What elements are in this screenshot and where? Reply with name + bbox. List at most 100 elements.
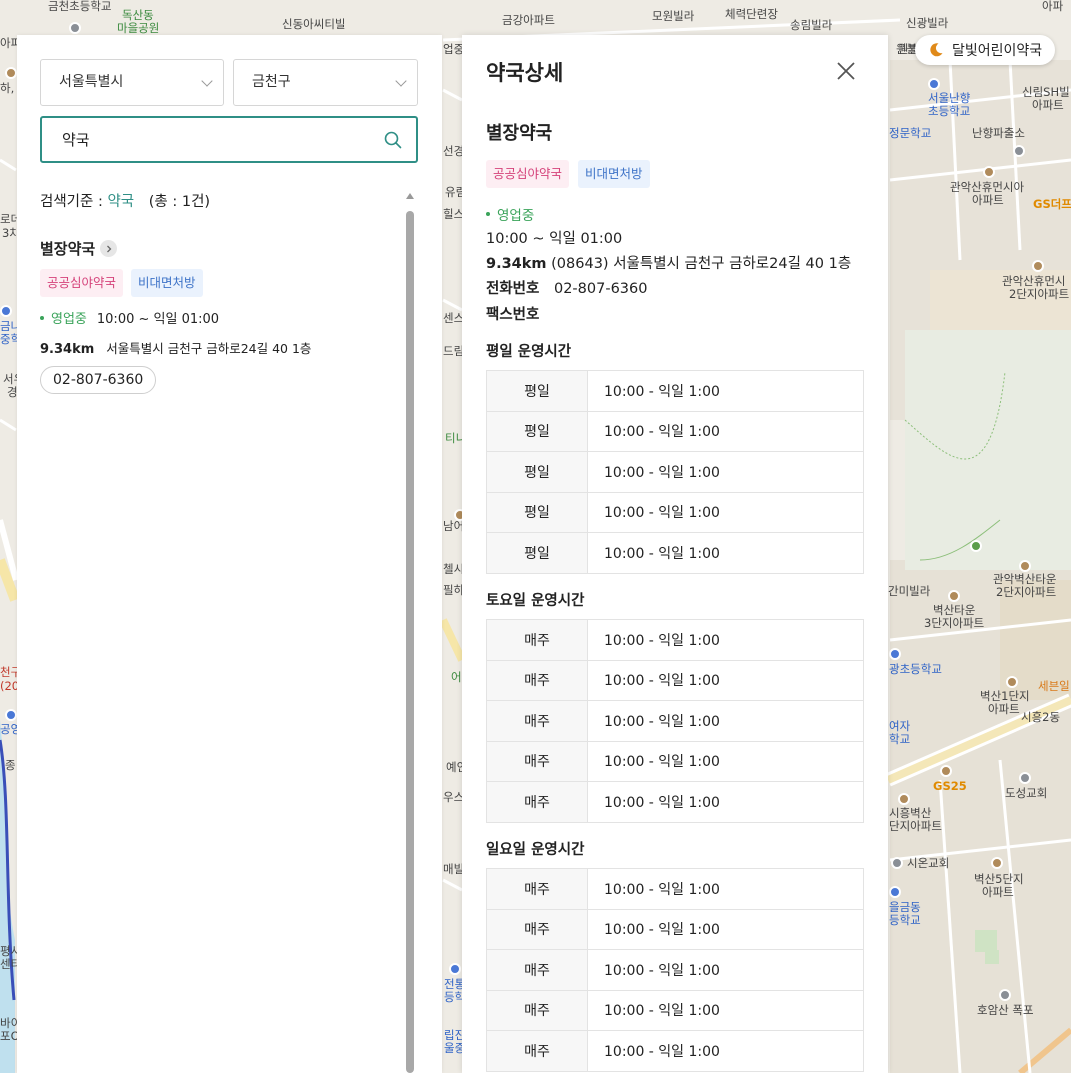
police-poi-icon[interactable] xyxy=(1013,145,1025,157)
church-poi-icon[interactable] xyxy=(1019,772,1031,784)
scroll-up-icon[interactable] xyxy=(406,193,414,199)
phone-line: 전화번호 02-807-6360 xyxy=(486,277,647,298)
day-cell: 매주 xyxy=(486,949,588,991)
map-label: 송림빌라 xyxy=(790,18,833,32)
map-label: GS더프 xyxy=(1033,197,1071,211)
phone-button[interactable]: 02-807-6360 xyxy=(40,366,157,394)
map-label: 학교 xyxy=(889,732,911,746)
pharmacy-name: 별장약국 xyxy=(40,240,96,258)
map-label: 종 xyxy=(5,758,16,772)
map-label: 아파트 xyxy=(988,702,1020,716)
apartment-poi-icon[interactable] xyxy=(1032,260,1044,272)
apartment-poi-icon[interactable] xyxy=(1006,676,1018,688)
map-label: 필하 xyxy=(443,583,465,597)
night-pharmacy-tag: 공공심야약국 xyxy=(486,160,570,188)
table-row: 평일 10:00 - 익일 1:00 xyxy=(486,410,864,452)
apartment-poi-icon[interactable] xyxy=(991,857,1003,869)
map-label: 마을공원 xyxy=(117,21,160,35)
search-icon[interactable] xyxy=(384,131,402,153)
apartment-poi-icon[interactable] xyxy=(1019,560,1031,572)
close-icon[interactable] xyxy=(834,59,858,83)
time-cell: 10:00 - 익일 1:00 xyxy=(587,659,864,701)
school-poi-icon[interactable] xyxy=(889,648,901,660)
time-cell: 10:00 - 익일 1:00 xyxy=(587,989,864,1031)
table-row: 매주 10:00 - 익일 1:00 xyxy=(486,868,864,910)
table-row: 평일 10:00 - 익일 1:00 xyxy=(486,370,864,412)
district-select[interactable]: 금천구 xyxy=(233,59,418,106)
time-cell: 10:00 - 익일 1:00 xyxy=(587,908,864,950)
scrollbar[interactable] xyxy=(405,193,415,1073)
school-poi-icon[interactable] xyxy=(889,886,901,898)
day-cell: 평일 xyxy=(486,410,588,452)
school-poi-icon[interactable] xyxy=(0,305,12,317)
phone-number[interactable]: 02-807-6360 xyxy=(554,281,648,297)
parking-poi-icon[interactable] xyxy=(5,709,17,721)
time-cell: 10:00 - 익일 1:00 xyxy=(587,700,864,742)
school-poi-icon[interactable] xyxy=(928,78,940,90)
map-label: 남어 xyxy=(443,519,465,533)
city-select[interactable]: 서울특별시 xyxy=(40,59,224,106)
map-label: 드림 xyxy=(443,344,465,358)
map-label: 아파트 xyxy=(1032,98,1064,112)
time-cell: 10:00 - 익일 1:00 xyxy=(587,491,864,533)
map-label: 시흥2동 xyxy=(1021,710,1061,724)
criteria-keyword: 약국 xyxy=(107,194,135,210)
night-pharmacy-tag: 공공심야약국 xyxy=(40,269,124,297)
scroll-thumb[interactable] xyxy=(406,211,414,1073)
map-label: 아파트 xyxy=(972,193,1004,207)
map-label: 광초등학교 xyxy=(889,662,942,676)
map-label: 3단지아파트 xyxy=(924,616,985,630)
city-select-value: 서울특별시 xyxy=(59,74,124,90)
phone-label: 전화번호 xyxy=(486,281,540,297)
saturday-hours-title: 토요일 운영시간 xyxy=(486,593,585,609)
day-cell: 매주 xyxy=(486,868,588,910)
day-cell: 평일 xyxy=(486,451,588,493)
sunday-hours-title: 일요일 운영시간 xyxy=(486,842,585,858)
day-cell: 매주 xyxy=(486,781,588,823)
map-label: 첼시 xyxy=(443,562,465,576)
apartment-poi-icon[interactable] xyxy=(983,166,995,178)
chevron-down-icon xyxy=(201,75,213,87)
apartment-poi-icon[interactable] xyxy=(948,590,960,602)
apartment-poi-icon[interactable] xyxy=(898,793,910,805)
map-label: 간미빌라 xyxy=(888,584,931,598)
pharmacy-name-link[interactable]: 별장약국 xyxy=(40,238,400,259)
day-cell: 매주 xyxy=(486,619,588,661)
list-item[interactable]: 별장약국 공공심야약국 비대면처방 영업중 10:00 ~ 익일 01:00 9… xyxy=(40,238,400,394)
day-cell: 평일 xyxy=(486,491,588,533)
table-row: 평일 10:00 - 익일 1:00 xyxy=(486,491,864,533)
chevron-down-icon xyxy=(395,75,407,87)
search-panel: 서울특별시 금천구 검색기준 : 약국 (총 : 1건) 별장약국 공공심야약국… xyxy=(17,35,442,1073)
day-cell: 매주 xyxy=(486,700,588,742)
children-night-pharmacy-button[interactable]: 달빛어린이약국 xyxy=(915,35,1055,65)
waterfall-poi-icon[interactable] xyxy=(999,989,1011,1001)
map-label: 경 xyxy=(7,385,18,399)
map-label: 금강아파트 xyxy=(502,13,555,27)
map-label: 도성교회 xyxy=(1005,786,1048,800)
map-label: 센스 xyxy=(443,311,465,325)
map-poi-icon[interactable] xyxy=(69,22,81,34)
map-label: 우스 xyxy=(443,790,465,804)
table-row: 매주 10:00 - 익일 1:00 xyxy=(486,700,864,742)
map-label: 힐스 xyxy=(443,207,465,221)
map-label: 2단지아파트 xyxy=(1009,287,1070,301)
school-poi-icon[interactable] xyxy=(449,963,461,975)
table-row: 매주 10:00 - 익일 1:00 xyxy=(486,908,864,950)
church-poi-icon[interactable] xyxy=(891,857,903,869)
convenience-store-poi-icon[interactable] xyxy=(940,765,952,777)
panel-title: 약국상세 xyxy=(486,61,564,85)
time-cell: 10:00 - 익일 1:00 xyxy=(587,370,864,412)
chevron-right-icon[interactable] xyxy=(100,240,118,257)
map-label: GS25 xyxy=(933,779,967,793)
park-poi-icon[interactable] xyxy=(970,540,982,552)
search-input[interactable] xyxy=(42,118,372,161)
weekday-hours-table: 평일 10:00 - 익일 1:00 평일 10:00 - 익일 1:00 평일 10… xyxy=(486,370,864,574)
search-criteria: 검색기준 : 약국 (총 : 1건) xyxy=(40,190,210,211)
table-row: 매주 10:00 - 익일 1:00 xyxy=(486,659,864,701)
time-cell: 10:00 - 익일 1:00 xyxy=(587,619,864,661)
opening-hours: 10:00 ~ 익일 01:00 xyxy=(486,231,623,247)
map-label: 초등학교 xyxy=(928,104,971,118)
address: 서울특별시 금천구 금하로24길 40 1층 xyxy=(106,341,312,356)
apartment-poi-icon[interactable] xyxy=(5,67,17,79)
map-label: 선경 xyxy=(443,144,465,158)
